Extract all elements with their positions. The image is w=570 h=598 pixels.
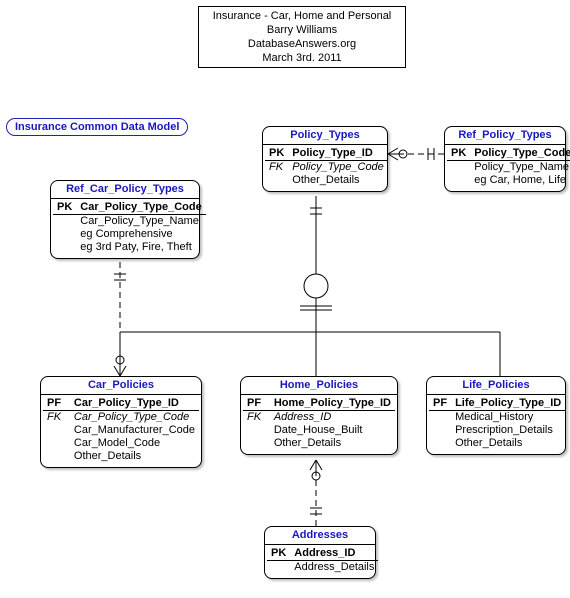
entity-header: Ref_Policy_Types [445, 127, 565, 145]
entity-policy-types: Policy_Types PKPolicy_Type_ID FKPolicy_T… [262, 126, 388, 192]
diagram-title-box: Insurance - Car, Home and Personal Barry… [198, 6, 406, 68]
entity-ref-car-policy-types: Ref_Car_Policy_Types PKCar_Policy_Type_C… [50, 180, 200, 259]
model-title: Insurance Common Data Model [6, 118, 188, 136]
entity-attributes: PKCar_Policy_Type_Code Car_Policy_Type_N… [53, 201, 206, 254]
entity-addresses: Addresses PKAddress_ID Address_Details [264, 526, 376, 579]
entity-attributes: PKPolicy_Type_Code Policy_Type_Name eg C… [447, 147, 570, 187]
entity-ref-policy-types: Ref_Policy_Types PKPolicy_Type_Code Poli… [444, 126, 566, 192]
connector-layer [0, 0, 570, 598]
entity-header: Car_Policies [41, 377, 201, 395]
title-line-4: March 3rd. 2011 [207, 51, 397, 65]
entity-attributes: PFCar_Policy_Type_ID FKCar_Policy_Type_C… [43, 397, 199, 463]
entity-attributes: PFHome_Policy_Type_ID FKAddress_ID Date_… [243, 397, 395, 450]
entity-header: Policy_Types [263, 127, 387, 145]
title-line-2: Barry Williams [207, 23, 397, 37]
entity-attributes: PFLife_Policy_Type_ID Medical_History Pr… [429, 397, 565, 450]
er-diagram-canvas: Insurance - Car, Home and Personal Barry… [0, 0, 570, 598]
title-line-1: Insurance - Car, Home and Personal [207, 9, 397, 23]
entity-home-policies: Home_Policies PFHome_Policy_Type_ID FKAd… [240, 376, 398, 455]
entity-header: Ref_Car_Policy_Types [51, 181, 199, 199]
entity-header: Life_Policies [427, 377, 565, 395]
entity-header: Home_Policies [241, 377, 397, 395]
entity-car-policies: Car_Policies PFCar_Policy_Type_ID FKCar_… [40, 376, 202, 468]
entity-attributes: PKAddress_ID Address_Details [267, 547, 378, 574]
title-line-3: DatabaseAnswers.org [207, 37, 397, 51]
entity-attributes: PKPolicy_Type_ID FKPolicy_Type_Code Othe… [265, 147, 388, 187]
entity-header: Addresses [265, 527, 375, 545]
entity-life-policies: Life_Policies PFLife_Policy_Type_ID Medi… [426, 376, 566, 455]
